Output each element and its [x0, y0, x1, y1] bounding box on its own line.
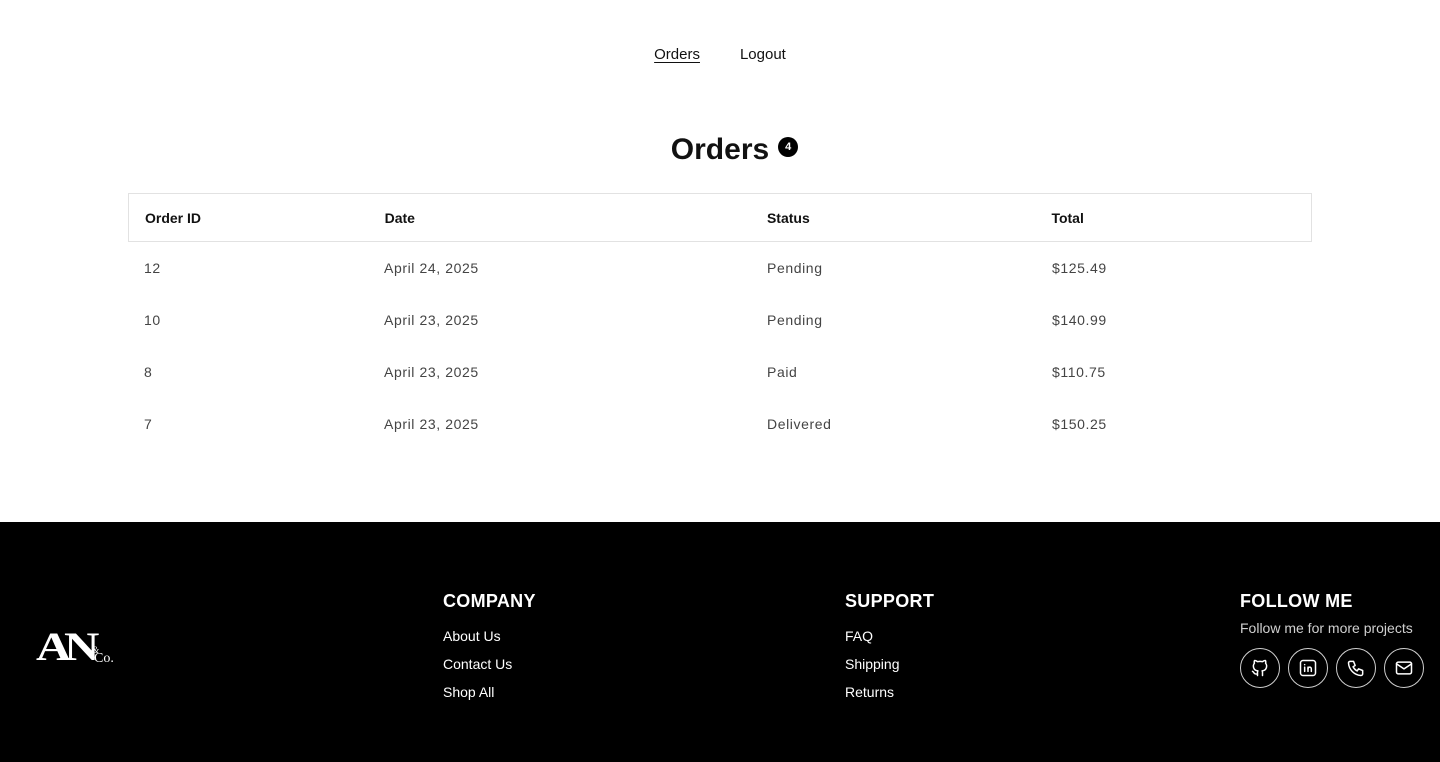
svg-text:Co.: Co. [94, 651, 114, 666]
order-count-badge: 4 [778, 137, 799, 157]
nav-logout-link[interactable]: Logout [740, 44, 786, 66]
footer-company-column: COMPANY About Us Contact Us Shop All [443, 590, 536, 706]
page-title-text: Orders [670, 133, 770, 166]
cell-status: Pending [767, 312, 823, 328]
footer-follow-heading: FOLLOW ME [1240, 591, 1353, 611]
cell-date: April 23, 2025 [384, 364, 479, 380]
orders-table: Order ID Date Status Total 12 April 24, … [128, 193, 1312, 450]
cell-order-id: 10 [144, 312, 161, 328]
footer-link-contact-us[interactable]: Contact Us [443, 650, 536, 678]
linkedin-link[interactable] [1288, 648, 1328, 688]
cell-date: April 24, 2025 [384, 260, 479, 276]
mail-link[interactable] [1384, 648, 1424, 688]
page-heading: Orders 4 [0, 133, 1440, 167]
table-row: 7 April 23, 2025 Delivered $150.25 [128, 398, 1312, 450]
svg-text:AN: AN [36, 624, 99, 666]
nav-orders-link[interactable]: Orders [654, 44, 700, 66]
cell-order-id: 7 [144, 416, 153, 432]
page-title: Orders 4 [670, 133, 799, 167]
table-body: 12 April 24, 2025 Pending $125.49 10 Apr… [128, 242, 1312, 450]
brand-logo[interactable]: AN & Co. [36, 622, 116, 669]
cell-date: April 23, 2025 [384, 312, 479, 328]
footer-link-shipping[interactable]: Shipping [845, 650, 934, 678]
cell-total: $140.99 [1052, 312, 1107, 328]
footer-company-heading: COMPANY [443, 591, 536, 611]
cell-total: $150.25 [1052, 416, 1107, 432]
table-row: 10 April 23, 2025 Pending $140.99 [128, 294, 1312, 346]
cell-status: Paid [767, 364, 798, 380]
linkedin-icon [1299, 659, 1317, 677]
top-nav: Orders Logout [0, 44, 1440, 66]
cell-date: April 23, 2025 [384, 416, 479, 432]
footer-follow-text: Follow me for more projects [1240, 620, 1413, 636]
mail-icon [1395, 661, 1413, 675]
table-row: 12 April 24, 2025 Pending $125.49 [128, 242, 1312, 294]
table-header-row: Order ID Date Status Total [128, 193, 1312, 242]
header-date: Date [384, 209, 415, 226]
header-order-id: Order ID [145, 209, 202, 226]
cell-order-id: 12 [144, 260, 161, 276]
footer-link-shop-all[interactable]: Shop All [443, 678, 536, 706]
github-icon [1251, 659, 1268, 677]
footer-follow-column: FOLLOW ME Follow me for more projects [1240, 590, 1424, 688]
site-footer: AN & Co. COMPANY About Us Contact Us Sho… [0, 522, 1440, 762]
header-total: Total [1051, 209, 1084, 226]
brand-logo-mark: AN & Co. [36, 624, 114, 669]
cell-order-id: 8 [144, 364, 153, 380]
cell-total: $125.49 [1052, 260, 1107, 276]
github-link[interactable] [1240, 648, 1280, 688]
table-row: 8 April 23, 2025 Paid $110.75 [128, 346, 1312, 398]
footer-link-faq[interactable]: FAQ [845, 622, 934, 650]
footer-link-about-us[interactable]: About Us [443, 622, 536, 650]
footer-support-heading: SUPPORT [845, 591, 935, 611]
cell-status: Pending [767, 260, 823, 276]
header-status: Status [766, 209, 810, 226]
footer-link-returns[interactable]: Returns [845, 678, 934, 706]
cell-total: $110.75 [1052, 364, 1106, 380]
footer-support-column: SUPPORT FAQ Shipping Returns [845, 590, 934, 706]
phone-link[interactable] [1336, 648, 1376, 688]
cell-status: Delivered [767, 416, 832, 432]
social-links [1240, 648, 1424, 688]
phone-icon [1347, 660, 1364, 677]
